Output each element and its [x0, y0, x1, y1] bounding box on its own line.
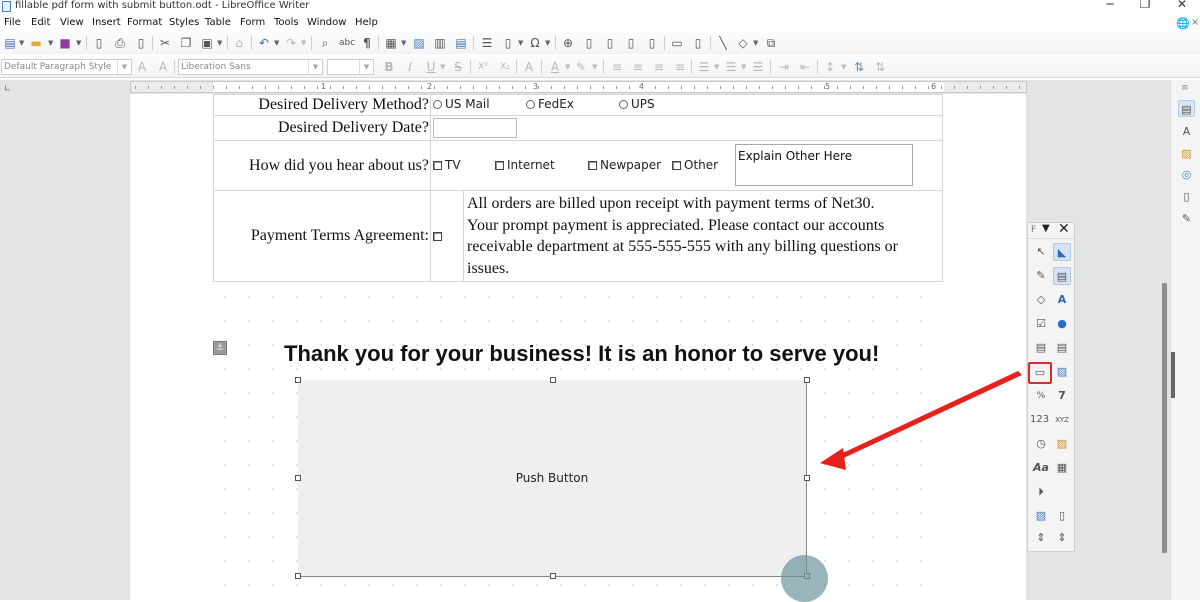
arrow-shaft — [832, 371, 1022, 462]
arrow-head — [820, 448, 846, 470]
annotation-arrow — [820, 371, 1022, 470]
